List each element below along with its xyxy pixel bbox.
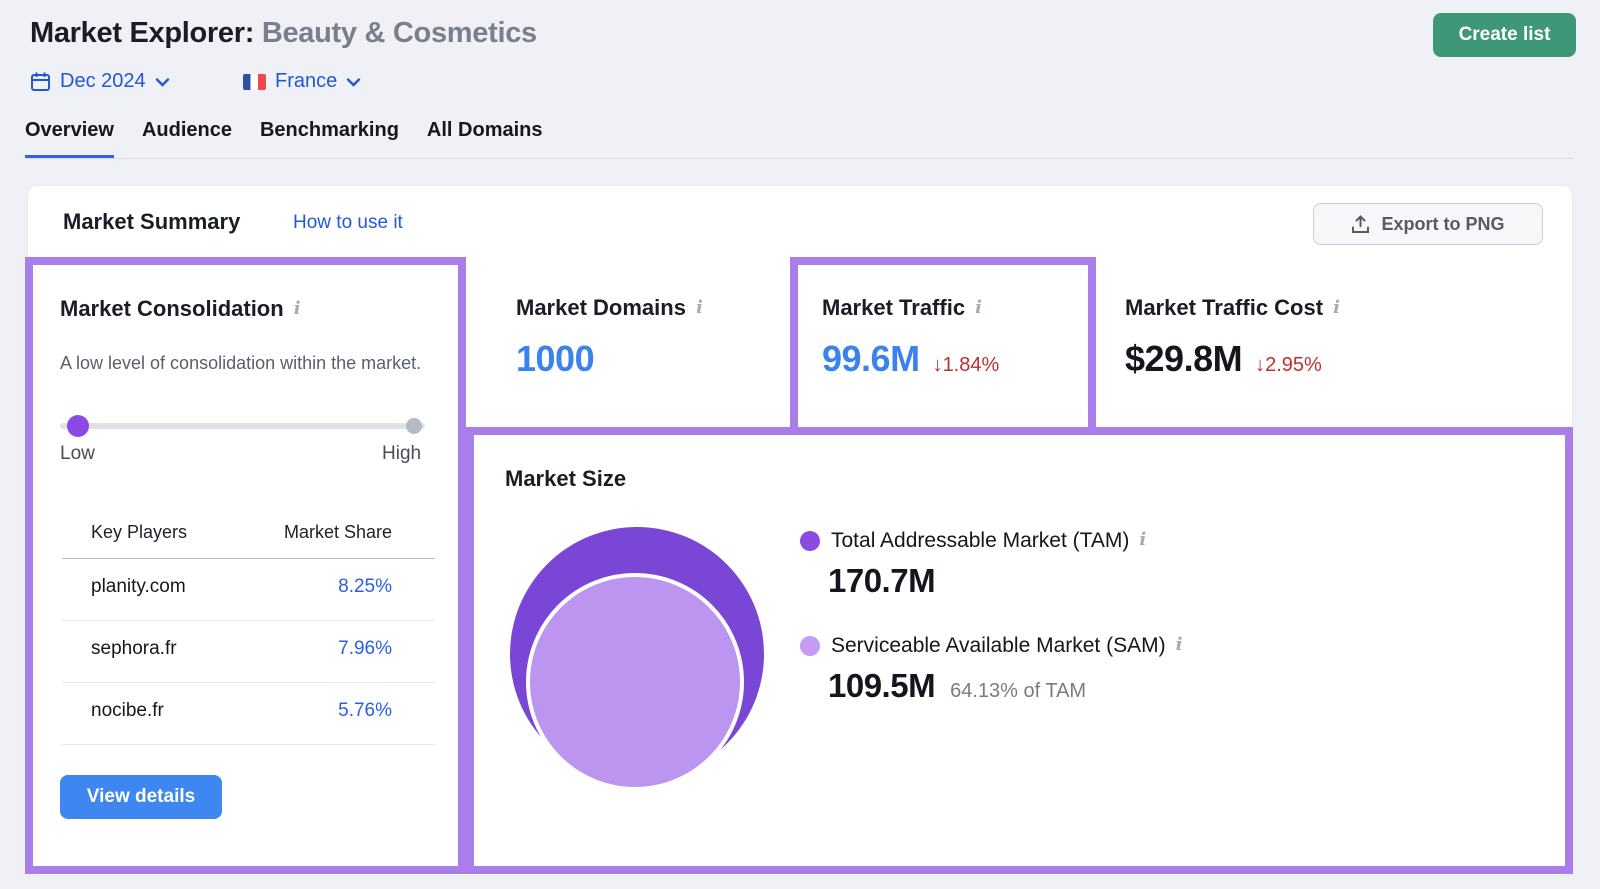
- market-domains-value[interactable]: 1000: [516, 338, 594, 380]
- market-size-title: Market Size: [505, 466, 626, 492]
- market-traffic-cost-value: $29.8M: [1125, 338, 1242, 380]
- key-players-column-header: Key Players: [91, 522, 187, 543]
- sam-legend-label: Serviceable Available Market (SAM): [831, 634, 1182, 658]
- chevron-down-icon: [346, 77, 361, 87]
- info-icon[interactable]: [696, 299, 703, 317]
- table-row-divider: [62, 744, 435, 745]
- key-player-domain: sephora.fr: [91, 638, 177, 660]
- tab-bar-divider: [25, 158, 1573, 159]
- consolidation-slider-end-dot: [406, 418, 422, 434]
- sam-percent-of-tam: 64.13% of TAM: [950, 680, 1086, 703]
- country-filter-label: France: [275, 70, 337, 93]
- consolidation-description: A low level of consolidation within the …: [60, 350, 432, 377]
- tam-value: 170.7M: [828, 562, 935, 600]
- date-filter[interactable]: Dec 2024: [30, 70, 170, 93]
- market-traffic-value[interactable]: 99.6M: [822, 338, 920, 380]
- tab-bar: Overview Audience Benchmarking All Domai…: [25, 119, 543, 159]
- calendar-icon: [30, 71, 51, 92]
- tab-overview[interactable]: Overview: [25, 119, 114, 159]
- info-icon[interactable]: [1139, 531, 1146, 549]
- page-title-market: Beauty & Cosmetics: [262, 17, 537, 49]
- key-player-domain: nocibe.fr: [91, 700, 164, 722]
- market-traffic-value-row: 99.6M ↓1.84%: [822, 338, 999, 380]
- export-button-label: Export to PNG: [1381, 214, 1504, 235]
- table-row: planity.com 8.25%: [91, 576, 392, 598]
- table-row-divider: [62, 620, 435, 621]
- tam-legend-label: Total Addressable Market (TAM): [831, 529, 1146, 553]
- table-row: sephora.fr 7.96%: [91, 638, 392, 660]
- consolidation-slider-thumb[interactable]: [67, 415, 89, 437]
- market-domains-label: Market Domains: [516, 295, 703, 321]
- market-traffic-change: ↓1.84%: [933, 354, 1000, 377]
- market-traffic-cost-label: Market Traffic Cost: [1125, 295, 1340, 321]
- country-filter[interactable]: France: [243, 70, 361, 93]
- export-icon: [1351, 215, 1370, 234]
- tab-audience[interactable]: Audience: [142, 119, 232, 159]
- market-share-value[interactable]: 5.76%: [338, 700, 392, 722]
- sam-circle: [526, 573, 744, 791]
- market-traffic-cost-value-row: $29.8M ↓2.95%: [1125, 338, 1322, 380]
- create-list-button[interactable]: Create list: [1433, 13, 1576, 57]
- sam-value-row: 109.5M 64.13% of TAM: [828, 667, 1086, 705]
- market-share-value[interactable]: 8.25%: [338, 576, 392, 598]
- market-domains-value-row: 1000: [516, 338, 594, 380]
- sam-legend-dot: [800, 636, 820, 656]
- info-icon[interactable]: [1176, 636, 1183, 654]
- table-row: nocibe.fr 5.76%: [91, 700, 392, 722]
- market-consolidation-title: Market Consolidation: [60, 296, 301, 322]
- how-to-use-link[interactable]: How to use it: [293, 212, 403, 234]
- consolidation-slider-track: [60, 423, 425, 429]
- chevron-down-icon: [155, 77, 170, 87]
- view-details-button[interactable]: View details: [60, 775, 222, 819]
- tab-benchmarking[interactable]: Benchmarking: [260, 119, 399, 159]
- info-icon[interactable]: [975, 299, 982, 317]
- market-summary-title: Market Summary: [63, 209, 240, 235]
- page-title: Market Explorer: Beauty & Cosmetics: [30, 17, 537, 50]
- table-row-divider: [62, 682, 435, 683]
- slider-high-label: High: [382, 443, 421, 465]
- page-title-main: Market Explorer:: [30, 17, 254, 49]
- slider-low-label: Low: [60, 443, 95, 465]
- france-flag-icon: [243, 74, 266, 90]
- key-player-domain: planity.com: [91, 576, 186, 598]
- date-filter-label: Dec 2024: [60, 70, 146, 93]
- info-icon[interactable]: [1333, 299, 1340, 317]
- market-share-value[interactable]: 7.96%: [338, 638, 392, 660]
- tam-legend-dot: [800, 531, 820, 551]
- sam-value: 109.5M: [828, 667, 935, 705]
- tab-all-domains[interactable]: All Domains: [427, 119, 543, 159]
- tam-value-row: 170.7M: [828, 562, 935, 600]
- market-traffic-label: Market Traffic: [822, 295, 982, 321]
- market-traffic-cost-change: ↓2.95%: [1255, 354, 1322, 377]
- market-share-column-header: Market Share: [284, 522, 392, 543]
- table-header-divider: [62, 558, 435, 559]
- key-players-header-row: Key Players Market Share: [91, 522, 392, 543]
- export-to-png-button[interactable]: Export to PNG: [1313, 203, 1543, 245]
- info-icon[interactable]: [294, 300, 301, 318]
